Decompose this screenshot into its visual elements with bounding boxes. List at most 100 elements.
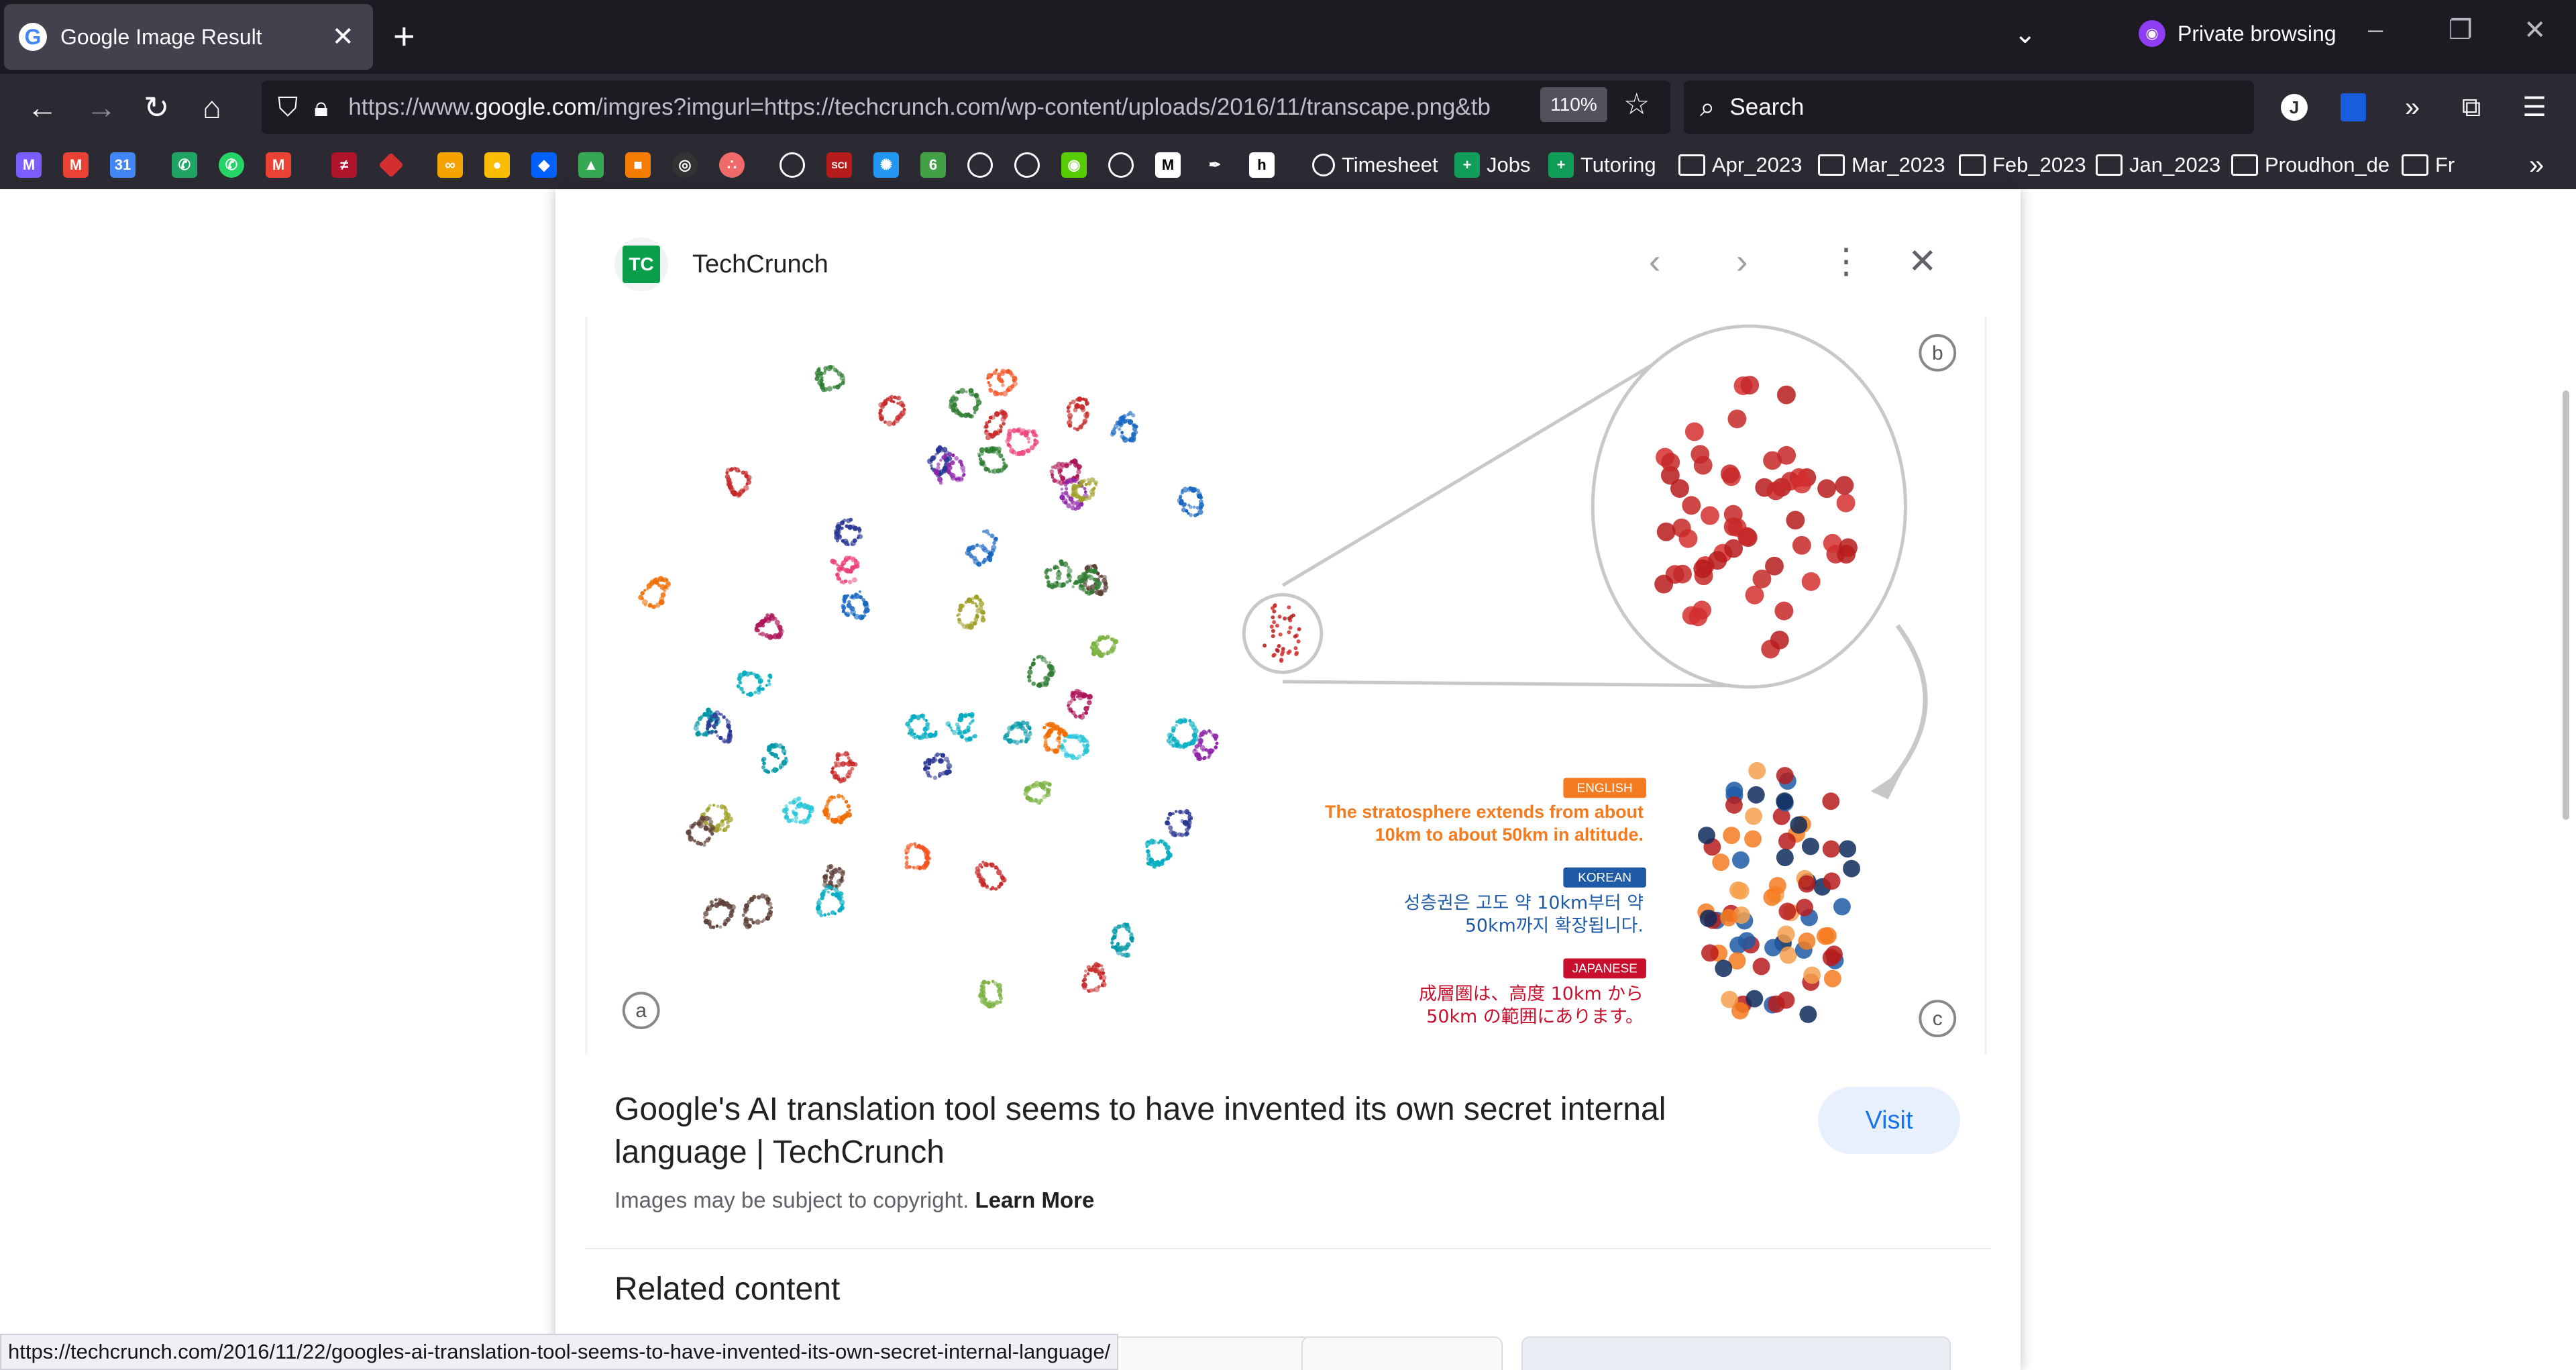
tab-google-image-result[interactable]: G Google Image Result ✕ (4, 4, 373, 70)
menu-icon[interactable]: ☰ (2517, 90, 2552, 125)
embedding-point (1058, 741, 1061, 744)
drive-bookmark-icon[interactable]: ▲ (578, 150, 610, 180)
embedding-point (1177, 832, 1182, 837)
shield-icon[interactable]: ⛉ (278, 93, 298, 123)
diamond-bookmark-icon[interactable] (378, 150, 411, 180)
bookmark-folder-fr[interactable]: Fr (2402, 150, 2455, 180)
embedding-point (1034, 780, 1040, 786)
embedding-point (718, 925, 722, 929)
embedding-point (764, 633, 769, 638)
back-icon[interactable]: ← (27, 90, 58, 125)
restore-icon[interactable]: ❐ (2449, 15, 2473, 46)
bookmark-star-icon[interactable]: ☆ (1623, 87, 1650, 121)
embedding-point (1178, 496, 1182, 500)
calendar-bookmark-icon[interactable]: 31 (110, 150, 142, 180)
globe4-bookmark-icon[interactable] (1108, 150, 1140, 180)
embedding-point (1042, 725, 1046, 730)
window-close-icon[interactable]: ✕ (2524, 15, 2546, 46)
search-bar[interactable]: ⌕ Search (1684, 81, 2254, 134)
list-all-tabs-icon[interactable]: ⌄ (2014, 19, 2037, 50)
github-bookmark-icon[interactable]: ◎ (672, 150, 704, 180)
embedding-point (1059, 474, 1063, 478)
gmail-bookmark-icon[interactable]: M (16, 150, 48, 180)
account-j-icon[interactable]: J (2277, 90, 2312, 125)
home-icon[interactable]: ⌂ (203, 90, 221, 125)
cluster-point (1731, 1002, 1749, 1020)
embedding-point (826, 912, 830, 916)
embedding-point (693, 821, 698, 826)
embedding-point (975, 604, 979, 608)
next-image-icon[interactable]: › (1736, 242, 1748, 282)
embedding-point (767, 682, 771, 686)
cluster-point (1724, 539, 1743, 558)
url-text[interactable]: https://www.google.com/imgres?imgurl=htt… (348, 94, 1515, 121)
dropbox-bookmark-icon[interactable]: ◆ (531, 150, 564, 180)
globe3-bookmark-icon[interactable] (1014, 150, 1046, 180)
globe2-bookmark-icon[interactable] (967, 150, 1000, 180)
embedding-point (798, 820, 802, 824)
minimize-icon[interactable]: – (2368, 15, 2383, 45)
bookmark-folder-proudhon[interactable]: Proudhon_de (2231, 150, 2390, 180)
previous-image-icon[interactable]: ‹ (1649, 242, 1660, 282)
cluster-point (1729, 881, 1747, 899)
bookmark-folder-jan-2023[interactable]: Jan_2023 (2096, 150, 2220, 180)
m-bookmark-icon[interactable]: M (1155, 150, 1187, 180)
embedding-point (1110, 945, 1114, 949)
extensions-icon[interactable]: ⧉ (2454, 90, 2489, 125)
infinity-bookmark-icon[interactable]: ∞ (437, 150, 470, 180)
more-bookmarks-icon[interactable]: » (2529, 150, 2544, 180)
embedding-point (973, 411, 977, 415)
reload-icon[interactable]: ↻ (144, 90, 170, 125)
embedding-point (1094, 641, 1099, 647)
bookmark-folder-mar-2023[interactable]: Mar_2023 (1818, 150, 1945, 180)
bookmark-folder-apr-2023[interactable]: Apr_2023 (1678, 150, 1802, 180)
asana-bookmark-icon[interactable]: ∴ (719, 150, 751, 180)
related-thumbnail[interactable] (1521, 1336, 1951, 1370)
red-bookmark-icon[interactable]: ≠ (331, 150, 364, 180)
source-header[interactable]: TC TechCrunch (614, 238, 828, 291)
globe-bookmark-icon[interactable] (780, 150, 812, 180)
close-preview-icon[interactable]: ✕ (1908, 242, 1937, 282)
embedding-point (946, 759, 951, 764)
bitwarden-icon[interactable] (2336, 90, 2371, 125)
forward-icon[interactable]: → (86, 90, 117, 125)
scihub-bookmark-icon[interactable]: SCI (826, 150, 859, 180)
whatsapp-bookmark-icon[interactable]: ✆ (219, 150, 251, 180)
more-options-icon[interactable]: ⋮ (1829, 242, 1864, 282)
keep-bookmark-icon[interactable]: ● (484, 150, 517, 180)
new-tab-button[interactable]: + (393, 16, 415, 56)
overflow-chevrons-icon[interactable]: » (2395, 90, 2430, 125)
visit-button[interactable]: Visit (1818, 1087, 1960, 1154)
phone-bookmark-icon[interactable]: ✆ (172, 150, 204, 180)
bookmark-jobs[interactable]: + Jobs (1454, 150, 1530, 180)
bookmark-folder-feb-2023[interactable]: Feb_2023 (1959, 150, 2086, 180)
gmail-red-bookmark-icon[interactable]: M (63, 150, 95, 180)
page-scrollbar[interactable] (2563, 390, 2569, 820)
embedding-point (1031, 661, 1036, 666)
embedding-point (1047, 672, 1051, 676)
related-thumbnail[interactable] (1301, 1336, 1503, 1370)
address-bar[interactable]: ⛉ 🔒︎ https://www.google.com/imgres?imgur… (262, 81, 1670, 134)
cluster-point (1776, 792, 1794, 810)
embedding-point (1120, 431, 1124, 435)
learn-more-link[interactable]: Learn More (975, 1188, 1094, 1212)
tree-bookmark-icon[interactable]: ✺ (873, 150, 906, 180)
tab-close-icon[interactable]: ✕ (331, 21, 354, 52)
embedding-point (978, 878, 984, 884)
preview-image[interactable]: ENGLISH The stratosphere extends from ab… (585, 317, 1987, 1055)
box-bookmark-icon[interactable]: ■ (625, 150, 657, 180)
gmail-alt-bookmark-icon[interactable]: M (266, 150, 298, 180)
pen-bookmark-icon[interactable]: ✒ (1202, 150, 1234, 180)
bookmark-timesheet[interactable]: Timesheet (1312, 150, 1438, 180)
h-bookmark-icon[interactable]: h (1249, 150, 1281, 180)
duolingo-bookmark-icon[interactable]: ◉ (1061, 150, 1093, 180)
embedding-point (738, 680, 743, 685)
zoom-line-bottom (1282, 680, 1737, 688)
six-bookmark-icon[interactable]: 6 (920, 150, 953, 180)
embedding-point (846, 602, 852, 609)
embedding-point (1183, 832, 1189, 837)
bookmark-tutoring[interactable]: + Tutoring (1548, 150, 1656, 180)
result-headline[interactable]: Google's AI translation tool seems to ha… (614, 1088, 1755, 1174)
lock-icon[interactable]: 🔒︎ (314, 93, 328, 123)
zoom-level-badge[interactable]: 110% (1540, 87, 1607, 122)
